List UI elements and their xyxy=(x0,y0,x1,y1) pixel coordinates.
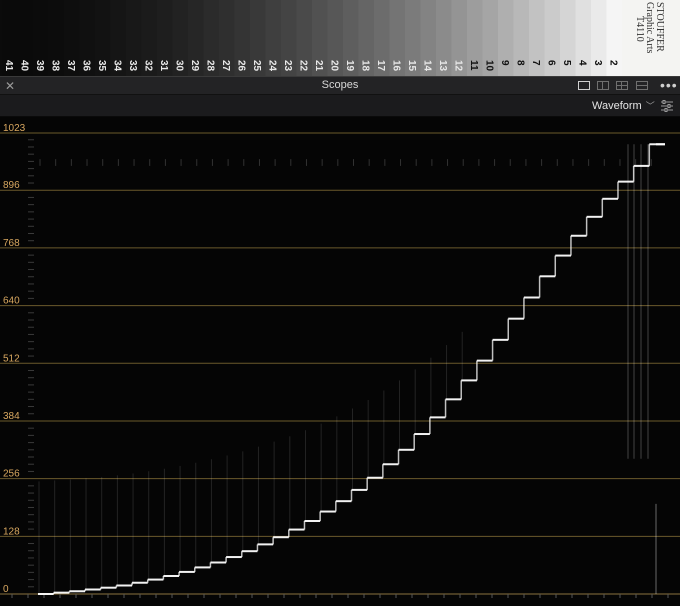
y-tick-label: 1023 xyxy=(3,123,26,134)
wedge-step-label: 2 xyxy=(608,60,619,66)
waveform-scope: 0 128 256 384 512 640 768 896 1023 xyxy=(0,117,680,606)
wedge-step-label: 17 xyxy=(375,60,386,72)
dual-view-icon[interactable] xyxy=(597,81,609,90)
scope-type-dropdown[interactable]: Waveform ﹀ xyxy=(592,99,655,112)
wedge-step-label: 18 xyxy=(360,60,371,72)
y-tick-label: 768 xyxy=(3,238,20,249)
wedge-step-label: 26 xyxy=(236,60,247,72)
y-tick-label: 512 xyxy=(3,353,20,364)
wedge-step-label: 14 xyxy=(422,60,433,72)
brand-line: T4110 xyxy=(634,16,645,42)
wedge-step-label: 32 xyxy=(143,60,154,72)
wedge-step-label: 25 xyxy=(251,60,262,72)
wedge-step-label: 10 xyxy=(484,60,495,72)
wedge-step-label: 20 xyxy=(329,60,340,72)
y-tick-label: 384 xyxy=(3,411,20,422)
wedge-step-label: 40 xyxy=(19,60,30,72)
wedge-step-label: 5 xyxy=(561,60,572,66)
scope-settings-icon[interactable] xyxy=(660,99,674,113)
y-tick-label: 128 xyxy=(3,526,20,537)
wedge-step-label: 24 xyxy=(267,60,278,72)
wedge-step-label: 38 xyxy=(50,60,61,72)
chevron-down-icon: ﹀ xyxy=(645,101,655,111)
wedge-step-label: 29 xyxy=(189,60,200,72)
wedge-step-label: 19 xyxy=(344,60,355,72)
wedge-step-label: 7 xyxy=(530,60,541,66)
wedge-step-label: 12 xyxy=(453,60,464,72)
quad-view-icon[interactable] xyxy=(616,81,628,90)
y-tick-label: 256 xyxy=(3,469,20,480)
wedge-step-label: 35 xyxy=(96,60,107,72)
wedge-step-label: 13 xyxy=(437,60,448,72)
wedge-step-label: 11 xyxy=(468,60,479,71)
full-view-icon[interactable] xyxy=(636,81,648,90)
wedge-step-label: 15 xyxy=(406,60,417,72)
wedge-step-label: 22 xyxy=(298,60,309,72)
more-options-icon[interactable]: ••• xyxy=(660,77,678,93)
wedge-step-label: 36 xyxy=(81,60,92,72)
step-wedge-strip: 41 40 39 38 37 36 35 34 33 32 31 30 29 28 27 26 25 24 23 22… xyxy=(2,0,680,76)
y-tick-label: 0 xyxy=(3,584,9,595)
wedge-step-label: 4 xyxy=(577,60,588,66)
scopes-titlebar: ✕ Scopes ••• xyxy=(0,76,680,95)
wedge-step-label: 34 xyxy=(112,60,123,72)
wedge-step-label: 9 xyxy=(499,60,510,66)
wedge-step-label: 33 xyxy=(127,60,138,72)
wedge-step-label: 31 xyxy=(158,60,169,72)
wedge-step-label: 27 xyxy=(220,60,231,72)
y-tick-label: 896 xyxy=(3,180,20,191)
single-view-icon[interactable] xyxy=(578,81,590,90)
wedge-step-label: 41 xyxy=(3,60,14,72)
wedge-step-label: 16 xyxy=(391,60,402,72)
wedge-step-label: 8 xyxy=(515,60,526,66)
wedge-step-label: 23 xyxy=(282,60,293,72)
wedge-step-label: 30 xyxy=(174,60,185,72)
wedge-step-label: 3 xyxy=(592,60,603,66)
wedge-step-label: 39 xyxy=(34,60,45,72)
scope-toolbar: Waveform ﹀ xyxy=(0,95,680,117)
wedge-step-label: 28 xyxy=(205,60,216,72)
wedge-step-label: 6 xyxy=(546,60,557,66)
scope-type-label: Waveform xyxy=(592,100,642,112)
y-tick-label: 640 xyxy=(3,296,20,307)
wedge-step-label: 37 xyxy=(65,60,76,72)
wedge-step-label: 21 xyxy=(313,60,324,72)
